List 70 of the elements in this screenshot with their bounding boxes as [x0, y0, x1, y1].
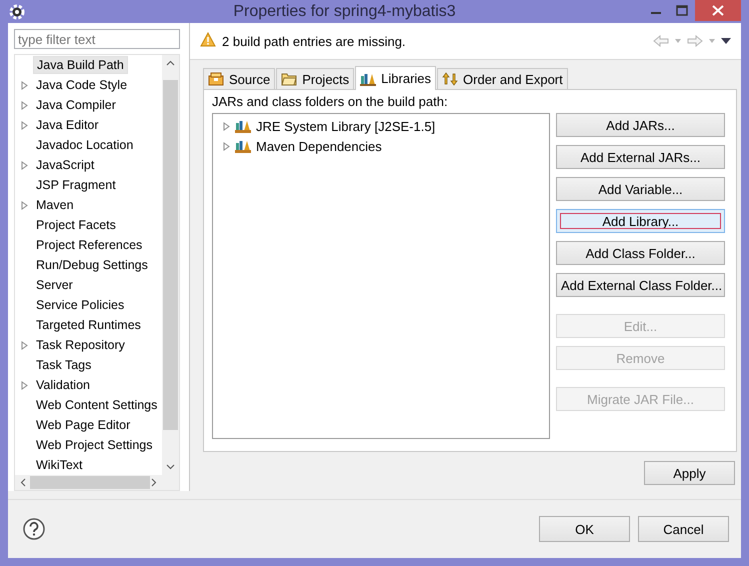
library-icon	[235, 140, 251, 152]
warning-icon	[200, 32, 216, 47]
expand-arrow-icon[interactable]	[21, 100, 28, 110]
scrollbar-thumb[interactable]	[30, 476, 150, 489]
sidebar-item[interactable]: Task Tags	[33, 357, 94, 373]
section-caption: JARs and class folders on the build path:	[212, 94, 449, 109]
sidebar-item[interactable]: Validation	[33, 377, 93, 393]
tab[interactable]: Order and Export	[437, 68, 568, 89]
close-icon[interactable]	[695, 0, 741, 21]
tab[interactable]: Projects	[276, 68, 354, 89]
gear-icon	[8, 2, 26, 20]
library-tree[interactable]: JRE System Library [J2SE-1.5] Maven Dependencies	[212, 113, 550, 439]
books-icon	[360, 72, 376, 86]
expand-arrow-icon[interactable]	[223, 142, 230, 150]
action-button[interactable]: Add Class Folder...	[556, 241, 725, 265]
action-button[interactable]: Add Library...	[556, 209, 725, 233]
sidebar-item[interactable]: Run/Debug Settings	[33, 257, 151, 273]
sidebar-item[interactable]: JSP Fragment	[33, 177, 119, 193]
action-button[interactable]: Add JARs...	[556, 113, 725, 137]
action-button[interactable]: Add Variable...	[556, 177, 725, 201]
sidebar-item[interactable]: Maven	[33, 197, 77, 213]
sidebar-item[interactable]: Targeted Runtimes	[33, 317, 144, 333]
scroll-left-icon[interactable]	[20, 478, 26, 487]
sidebar-item[interactable]: Web Content Settings	[33, 397, 160, 413]
ok-button[interactable]: OK	[539, 516, 630, 542]
tab[interactable]: Source	[203, 68, 276, 89]
expand-arrow-icon[interactable]	[223, 122, 230, 130]
sidebar-item[interactable]: Server	[33, 277, 76, 293]
action-button[interactable]: Add External JARs...	[556, 145, 725, 169]
library-entry[interactable]: Maven Dependencies	[256, 138, 382, 154]
library-icon	[235, 120, 251, 132]
sidebar-item[interactable]: Javadoc Location	[33, 137, 136, 153]
sidebar-item[interactable]: JavaScript	[33, 157, 98, 173]
sidebar-item[interactable]: Project Facets	[33, 217, 119, 233]
scroll-down-icon[interactable]	[166, 464, 175, 470]
sidebar-item[interactable]: Java Build Path	[33, 56, 128, 74]
arrows-icon	[442, 72, 458, 86]
warning-message: 2 build path entries are missing.	[222, 34, 407, 48]
filter-field[interactable]: type filter text	[14, 29, 180, 49]
horizontal-scrollbar[interactable]	[15, 475, 179, 490]
back-arrow-icon[interactable]	[653, 35, 683, 47]
scroll-up-icon[interactable]	[166, 60, 175, 66]
expand-arrow-icon[interactable]	[21, 160, 28, 170]
expand-arrow-icon[interactable]	[21, 380, 28, 390]
sidebar-item[interactable]: Java Editor	[33, 117, 102, 133]
vertical-scrollbar[interactable]	[162, 55, 179, 475]
folder-icon	[281, 72, 298, 86]
sidebar-item[interactable]: Web Page Editor	[33, 417, 134, 433]
help-icon[interactable]	[23, 518, 45, 540]
sidebar-item[interactable]: WikiText	[33, 457, 86, 473]
sidebar-item[interactable]: Project References	[33, 237, 146, 253]
sidebar-item[interactable]: Service Policies	[33, 297, 128, 313]
cancel-button[interactable]: Cancel	[638, 516, 729, 542]
expand-arrow-icon[interactable]	[21, 340, 28, 350]
expand-arrow-icon[interactable]	[21, 80, 28, 90]
window-title: Properties for spring4-mybatis3	[232, 2, 457, 20]
sidebar-item[interactable]: Web Project Settings	[33, 437, 156, 453]
sidebar-item[interactable]: Java Code Style	[33, 77, 130, 93]
sidebar-item[interactable]: Task Repository	[33, 337, 128, 353]
library-entry[interactable]: JRE System Library [J2SE-1.5]	[256, 118, 436, 134]
apply-button[interactable]: Apply	[644, 461, 735, 485]
scrollbar-thumb[interactable]	[163, 80, 178, 430]
sidebar-item[interactable]: Java Compiler	[33, 97, 119, 113]
tab[interactable]: Libraries	[355, 66, 436, 90]
scroll-right-icon[interactable]	[151, 478, 157, 487]
expand-arrow-icon[interactable]	[21, 120, 28, 130]
action-button[interactable]: Add External Class Folder...	[556, 273, 725, 297]
expand-arrow-icon[interactable]	[21, 200, 28, 210]
package-icon	[208, 72, 224, 86]
menu-icon[interactable]	[721, 37, 731, 45]
